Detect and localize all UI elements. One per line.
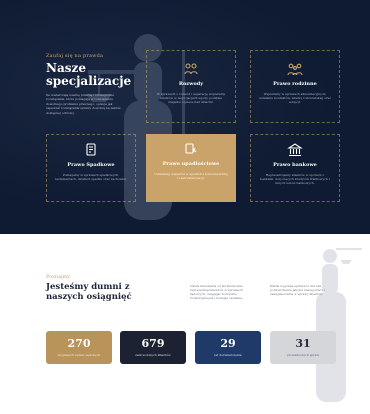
divorce-icon	[184, 63, 198, 75]
stat-experience-label: lat doświadczenia	[214, 353, 242, 357]
card-divorce[interactable]: Rozwody W sprawach o rozwód i separację …	[146, 50, 236, 123]
inheritance-icon	[86, 143, 96, 156]
card-family-desc: Wspieramy w sprawach alimentacyjnych, us…	[259, 92, 331, 104]
stat-experience-value: 29	[220, 337, 236, 350]
stat-clients-value: 679	[141, 337, 165, 350]
stats-paragraph-2: Każda wygrana sprawa to dla nas potwierd…	[270, 284, 325, 296]
stats-title: Jesteśmy dumni z naszych osiągnięć	[46, 282, 132, 302]
stat-won-cases-label: wygranych spraw sądowych	[57, 353, 101, 357]
card-divorce-desc: W sprawach o rozwód i separację wspieram…	[156, 92, 226, 104]
card-bankruptcy-law[interactable]: Prawo upadłościowe Udzielamy wsparcia w …	[146, 134, 236, 202]
card-bankruptcy-desc: Udzielamy wsparcia w upadłości konsumenc…	[154, 172, 228, 180]
family-icon	[287, 63, 303, 76]
card-inheritance-desc: Pomagamy w sprawach spadkowych, testamen…	[55, 173, 127, 181]
bank-icon	[287, 143, 303, 157]
stat-ongoing: 31 prowadzonych spraw	[270, 331, 336, 364]
hero-lead: Sa dostarczają wiedzę prawną i strategic…	[46, 93, 121, 115]
specializations-section: Zaufaj się na prawda Nasze specjalizacje…	[0, 0, 370, 234]
lady-justice-watermark-icon	[316, 248, 362, 402]
stat-clients: 679 zadowolonych klientów	[120, 331, 186, 364]
card-inheritance-law[interactable]: Prawo Spadkowe Pomagamy w sprawach spadk…	[46, 134, 136, 202]
card-banking-law[interactable]: Prawo bankowe Reprezentujemy klientów w …	[250, 134, 340, 202]
stats-eyebrow: Poznajmy	[46, 274, 71, 280]
stat-won-cases: 270 wygranych spraw sądowych	[46, 331, 112, 364]
stat-ongoing-value: 31	[295, 337, 311, 350]
card-bankruptcy-title: Prawo upadłościowe	[162, 161, 220, 167]
page: Zaufaj się na prawda Nasze specjalizacje…	[0, 0, 370, 414]
stats-paragraph-1: Nasza kancelaria od lat skutecznie repre…	[190, 284, 244, 300]
hero-title: Nasze specjalizacje	[46, 61, 132, 88]
stat-clients-label: zadowolonych klientów	[135, 353, 171, 357]
hero-eyebrow: Zaufaj się na prawda	[46, 53, 104, 59]
stat-experience: 29 lat doświadczenia	[195, 331, 261, 364]
card-family-law[interactable]: Prawo rodzinne Wspieramy w sprawach alim…	[250, 50, 340, 123]
card-banking-title: Prawo bankowe	[273, 162, 317, 168]
card-inheritance-title: Prawo Spadkowe	[67, 162, 115, 168]
bankruptcy-icon	[185, 143, 197, 154]
stat-won-cases-value: 270	[67, 337, 91, 350]
card-banking-desc: Reprezentujemy klientów w sporach z bank…	[260, 173, 330, 185]
card-divorce-title: Rozwody	[178, 81, 204, 87]
card-family-title: Prawo rodzinne	[273, 81, 317, 87]
achievements-section: Poznajmy Jesteśmy dumni z naszych osiągn…	[0, 234, 370, 414]
stat-ongoing-label: prowadzonych spraw	[286, 353, 320, 357]
